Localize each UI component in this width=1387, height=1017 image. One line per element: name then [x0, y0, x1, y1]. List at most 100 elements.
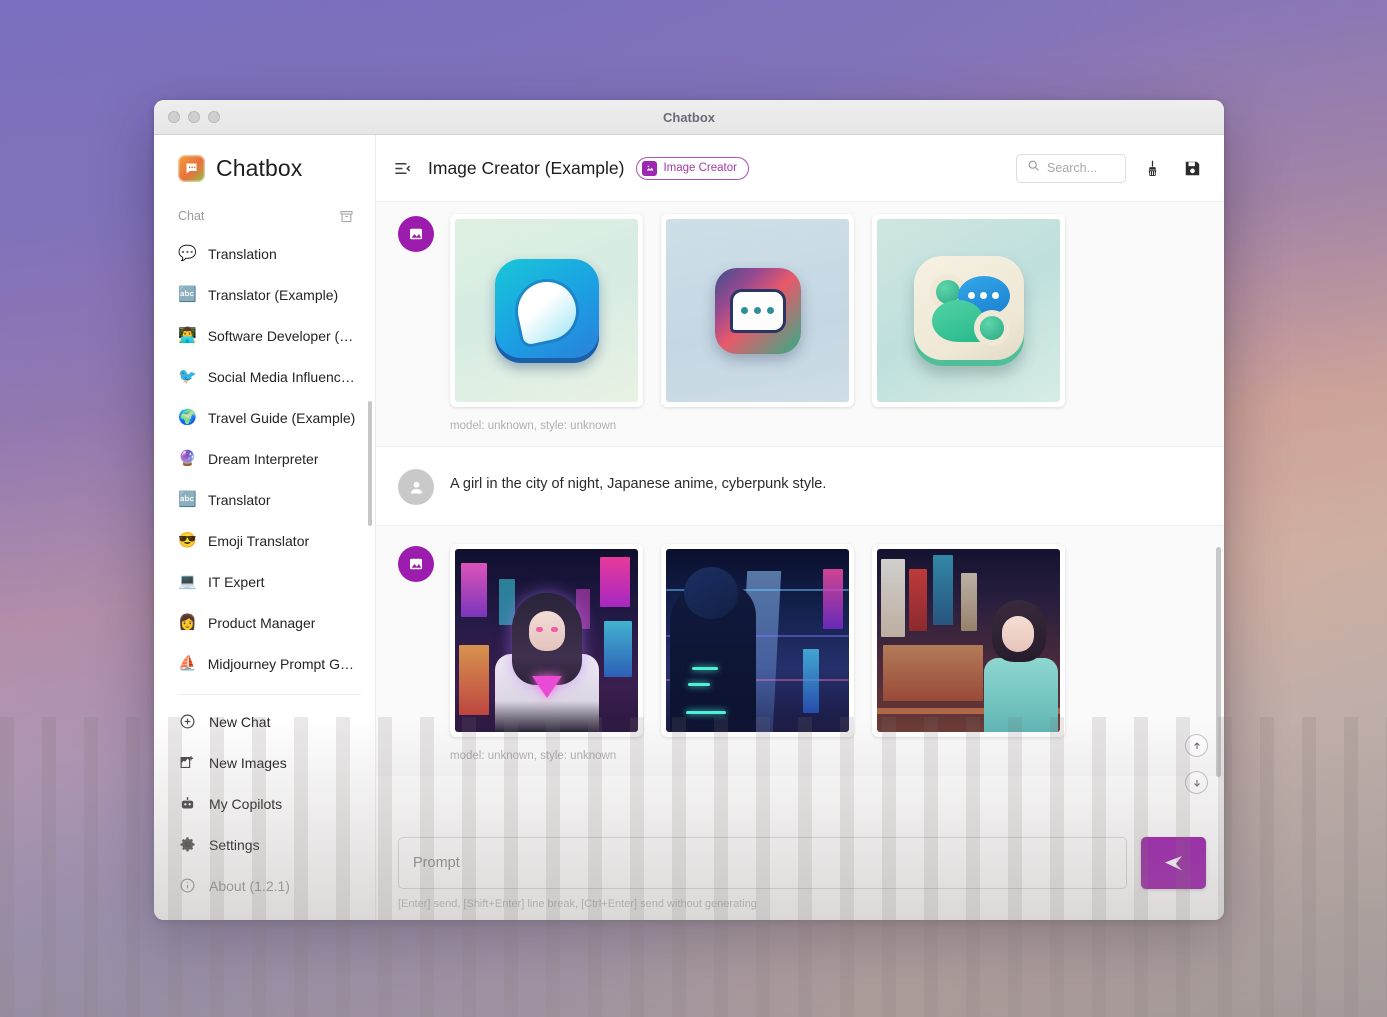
copilot-badge-label: Image Creator	[663, 162, 737, 174]
search-input[interactable]	[1047, 161, 1115, 175]
app-body: Chatbox Chat 💬 Translat	[154, 135, 1224, 920]
chat-item-label: Travel Guide (Example)	[208, 410, 355, 426]
search-icon	[1027, 159, 1040, 177]
message-content: model: unknown, style: unknown	[450, 544, 1190, 762]
close-window-button[interactable]	[168, 111, 180, 123]
sidebar-item-settings[interactable]: Settings	[154, 824, 375, 865]
chat-list[interactable]: 💬 Translation 🔤 Translator (Example) 👨‍💻…	[154, 231, 375, 690]
conversation-scrollbar[interactable]	[1216, 547, 1221, 777]
info-icon	[178, 876, 197, 895]
generated-image[interactable]	[872, 214, 1065, 407]
minimize-window-button[interactable]	[188, 111, 200, 123]
person-avatar-icon	[398, 469, 434, 505]
chat-item-emoji: 💻	[178, 574, 197, 589]
chatbox-window: Chatbox Chatbox C	[154, 100, 1224, 920]
chat-list-item[interactable]: 🔤 Translator (Example)	[154, 274, 375, 315]
generated-image-art	[877, 219, 1060, 402]
window-controls[interactable]	[168, 111, 220, 123]
image-icon	[642, 161, 657, 176]
copilot-badge[interactable]: Image Creator	[636, 157, 749, 180]
image-caption: model: unknown, style: unknown	[450, 420, 1190, 432]
sidebar-item-label: New Chat	[209, 714, 270, 730]
chat-item-emoji: 💬	[178, 246, 197, 261]
sidebar-divider	[178, 694, 361, 695]
image-grid	[450, 544, 1190, 737]
generated-image[interactable]	[872, 544, 1065, 737]
generated-image[interactable]	[450, 214, 643, 407]
sidebar: Chatbox Chat 💬 Translat	[154, 135, 376, 920]
generated-image[interactable]	[661, 214, 854, 407]
message-user: A girl in the city of night, Japanese an…	[376, 446, 1224, 526]
sidebar-item-new-images[interactable]: New Images	[154, 742, 375, 783]
chat-list-item[interactable]: 🌍 Travel Guide (Example)	[154, 397, 375, 438]
chatbox-logo-icon	[178, 155, 205, 182]
generated-image-art	[666, 549, 849, 732]
archive-box-icon[interactable]	[337, 207, 355, 225]
chat-item-emoji: 👩	[178, 615, 197, 630]
image-avatar-icon	[398, 546, 434, 582]
conversation-scroll[interactable]: model: unknown, style: unknown	[376, 202, 1224, 823]
window-title: Chatbox	[154, 110, 1224, 125]
chat-list-item[interactable]: 💻 IT Expert	[154, 561, 375, 602]
message-assistant: model: unknown, style: unknown	[376, 202, 1224, 446]
sidebar-item-new-chat[interactable]: New Chat	[154, 701, 375, 742]
chat-item-label: Translator	[208, 492, 271, 508]
image-plus-icon	[178, 753, 197, 772]
chat-item-label: Dream Interpreter	[208, 451, 318, 467]
message-content: model: unknown, style: unknown	[450, 214, 1190, 432]
chat-list-item[interactable]: 👩 Product Manager	[154, 602, 375, 643]
collapse-sidebar-icon[interactable]	[388, 154, 416, 182]
sidebar-nav: New Chat New Images	[154, 701, 375, 920]
desktop-background: Chatbox Chatbox C	[0, 0, 1387, 1017]
chat-list-item[interactable]: 🔮 Dream Interpreter	[154, 438, 375, 479]
brand-name: Chatbox	[216, 155, 302, 182]
sidebar-item-my-copilots[interactable]: My Copilots	[154, 783, 375, 824]
generated-image-art	[877, 549, 1060, 732]
chat-list-item[interactable]: 🔤 Translator	[154, 479, 375, 520]
chat-item-label: Product Manager	[208, 615, 315, 631]
conversation[interactable]: model: unknown, style: unknown	[376, 201, 1224, 823]
chat-section-label: Chat	[178, 209, 204, 223]
page-title: Image Creator (Example)	[428, 158, 624, 179]
message-assistant: model: unknown, style: unknown	[376, 526, 1224, 776]
chat-item-emoji: 👨‍💻	[178, 328, 197, 343]
image-grid	[450, 214, 1190, 407]
generated-image-art	[455, 549, 638, 732]
gear-icon	[178, 835, 197, 854]
window-titlebar: Chatbox	[154, 100, 1224, 135]
prompt-input[interactable]	[398, 837, 1127, 889]
chat-list-item[interactable]: 💬 Translation	[154, 233, 375, 274]
chat-item-label: Midjourney Prompt Ge…	[208, 656, 359, 672]
chat-item-emoji: 🐦	[178, 369, 197, 384]
search-box[interactable]	[1016, 154, 1126, 183]
sidebar-item-about[interactable]: About (1.2.1)	[154, 865, 375, 906]
chat-list-item[interactable]: 👨‍💻 Software Developer (E…	[154, 315, 375, 356]
chat-item-emoji: ⛵	[178, 656, 197, 671]
chat-item-emoji: 🌍	[178, 410, 197, 425]
broom-icon[interactable]	[1138, 154, 1166, 182]
plus-circle-icon	[178, 712, 197, 731]
save-disk-icon[interactable]	[1178, 154, 1206, 182]
chat-list-item[interactable]: ⛵ Midjourney Prompt Ge…	[154, 643, 375, 684]
chat-list-item[interactable]: 😎 Emoji Translator	[154, 520, 375, 561]
chat-item-label: Translator (Example)	[208, 287, 338, 303]
sidebar-scrollbar[interactable]	[368, 401, 372, 526]
image-caption: model: unknown, style: unknown	[450, 750, 1190, 762]
generated-image[interactable]	[661, 544, 854, 737]
chat-item-label: Software Developer (E…	[208, 328, 359, 344]
robot-icon	[178, 794, 197, 813]
message-content: A girl in the city of night, Japanese an…	[450, 467, 1190, 505]
image-avatar-icon	[398, 216, 434, 252]
chat-list-item[interactable]: 🐦 Social Media Influencer…	[154, 356, 375, 397]
chat-item-label: Translation	[208, 246, 277, 262]
maximize-window-button[interactable]	[208, 111, 220, 123]
message-text: A girl in the city of night, Japanese an…	[450, 467, 1190, 496]
generated-image[interactable]	[450, 544, 643, 737]
chat-item-emoji: 🔤	[178, 492, 197, 507]
chat-section-header: Chat	[154, 201, 375, 231]
generated-image-art	[455, 219, 638, 402]
chat-item-emoji: 😎	[178, 533, 197, 548]
send-button[interactable]	[1141, 837, 1206, 889]
arrow-down-circle-icon[interactable]	[1185, 771, 1208, 794]
arrow-up-circle-icon[interactable]	[1185, 734, 1208, 757]
